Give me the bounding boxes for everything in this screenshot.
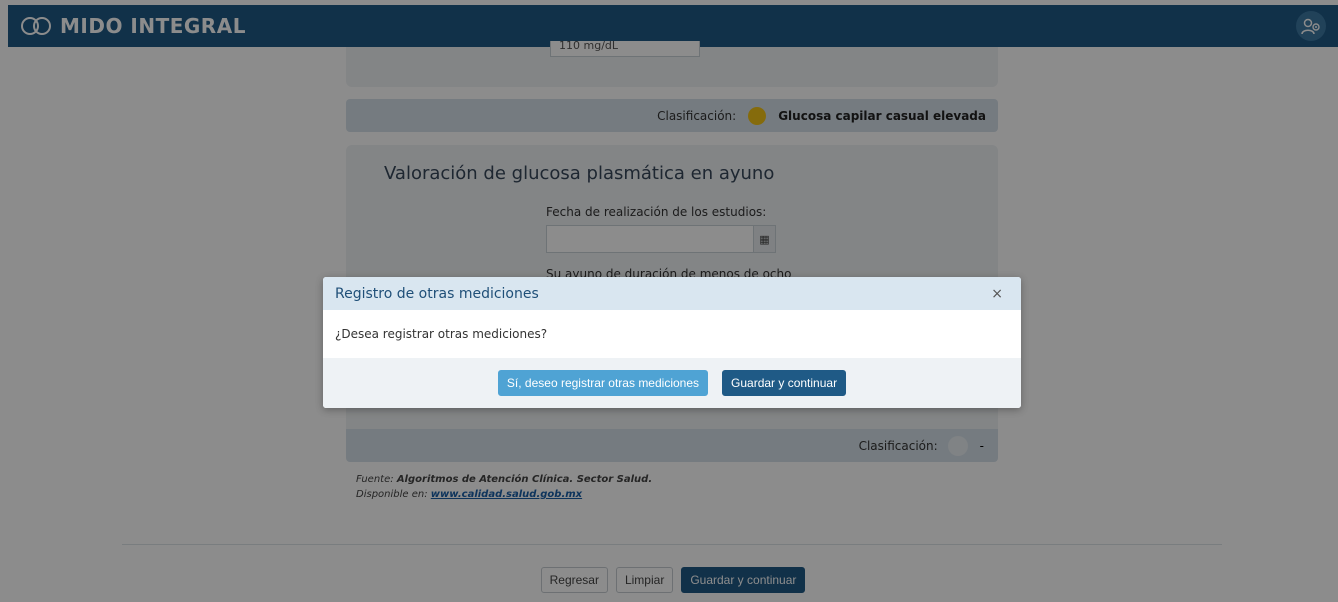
- modal-header: Registro de otras mediciones ×: [323, 277, 1021, 310]
- modal-save-continue-button[interactable]: Guardar y continuar: [722, 370, 847, 396]
- modal-footer: Sí, deseo registrar otras mediciones Gua…: [323, 358, 1021, 408]
- close-icon[interactable]: ×: [991, 286, 1003, 302]
- other-measurements-modal: Registro de otras mediciones × ¿Desea re…: [323, 277, 1021, 408]
- yes-register-button[interactable]: Sí, deseo registrar otras mediciones: [497, 370, 709, 396]
- modal-question: ¿Desea registrar otras mediciones?: [335, 327, 548, 341]
- modal-body: ¿Desea registrar otras mediciones?: [323, 310, 1021, 358]
- modal-title: Registro de otras mediciones: [335, 285, 539, 302]
